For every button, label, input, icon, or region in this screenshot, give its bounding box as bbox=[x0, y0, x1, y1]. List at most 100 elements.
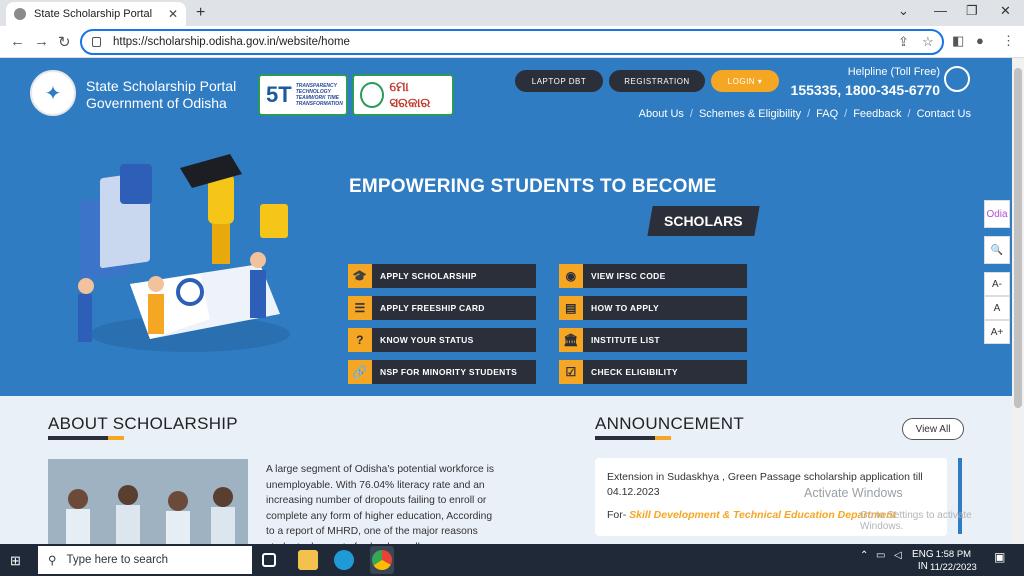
taskbar-clock[interactable]: 1:58 PM 11/22/2023 bbox=[930, 548, 977, 574]
lock-icon bbox=[92, 37, 101, 47]
menu-separator: / bbox=[807, 108, 811, 120]
portal-title-line2: Government of Odisha bbox=[86, 95, 227, 111]
network-icon[interactable]: ▭ bbox=[876, 550, 885, 561]
action-label: VIEW IFSC CODE bbox=[591, 271, 666, 281]
checkbox-icon: ☑ bbox=[559, 360, 583, 384]
registration-button[interactable]: REGISTRATION bbox=[609, 70, 705, 92]
laptop-dbt-button[interactable]: LAPTOP DBT bbox=[515, 70, 603, 92]
font-decrease-button[interactable]: A- bbox=[984, 272, 1010, 296]
action-label: CHECK ELIGIBILITY bbox=[591, 367, 678, 377]
5t-badge[interactable]: 5T TRANSPARENCY TECHNOLOGY TEAMWORK TIME… bbox=[258, 74, 348, 116]
5t-subtext: TRANSPARENCY TECHNOLOGY TEAMWORK TIME TR… bbox=[295, 83, 343, 107]
link-icon: 🔗 bbox=[348, 360, 372, 384]
view-ifsc-code-button[interactable]: ◉ VIEW IFSC CODE bbox=[559, 264, 747, 288]
search-icon: ⚲ bbox=[48, 555, 57, 567]
announcement-underline bbox=[595, 436, 655, 440]
browser-tab-bar: State Scholarship Portal ✕ + ⌄ — ❐ ✕ bbox=[0, 0, 1024, 26]
helpline-number: 155335, 1800-345-6770 bbox=[790, 82, 940, 98]
action-label: INSTITUTE LIST bbox=[591, 335, 660, 345]
announcement-department: Skill Development & Technical Education … bbox=[629, 509, 897, 521]
search-icon[interactable]: 🔍 bbox=[984, 236, 1010, 264]
check-eligibility-button[interactable]: ☑ CHECK ELIGIBILITY bbox=[559, 360, 747, 384]
taskbar-search-box[interactable]: ⚲ Type here to search bbox=[38, 546, 252, 574]
file-explorer-icon[interactable] bbox=[298, 550, 318, 570]
activate-windows-subtext: Go to Settings to activate Windows. bbox=[860, 510, 972, 532]
action-label: APPLY SCHOLARSHIP bbox=[380, 271, 477, 281]
tab-search-icon[interactable]: ⌄ bbox=[898, 3, 909, 19]
hero-section: ✦ State Scholarship Portal Government of… bbox=[0, 58, 1012, 396]
mo-sarkar-badge[interactable]: ମୋ ସରକାର bbox=[352, 74, 454, 116]
new-tab-button[interactable]: + bbox=[196, 4, 205, 22]
announcement-underline-accent bbox=[655, 436, 671, 440]
graduation-cap-icon: 🎓 bbox=[348, 264, 372, 288]
menu-feedback[interactable]: Feedback bbox=[853, 108, 901, 120]
windows-taskbar: ⊞ ⚲ Type here to search ⌃ ▭ ◁ ENG IN 1:5… bbox=[0, 544, 1024, 576]
how-to-apply-button[interactable]: ▤ HOW TO APPLY bbox=[559, 296, 747, 320]
tray-chevron-icon[interactable]: ⌃ bbox=[860, 550, 868, 561]
announcement-for-label: For- bbox=[607, 509, 627, 521]
odia-language-button[interactable]: Odia bbox=[984, 200, 1010, 228]
edge-icon[interactable] bbox=[334, 550, 354, 570]
institute-list-button[interactable]: 🏛 INSTITUTE LIST bbox=[559, 328, 747, 352]
menu-separator: / bbox=[907, 108, 911, 120]
forward-arrow-icon[interactable]: → bbox=[34, 33, 49, 50]
sidebar-icon[interactable]: ◧ bbox=[952, 33, 964, 49]
scholars-highlight: SCHOLARS bbox=[647, 206, 760, 236]
tab-close-icon[interactable]: ✕ bbox=[168, 7, 178, 21]
login-button[interactable]: LOGIN ▾ bbox=[711, 70, 779, 92]
view-all-button[interactable]: View All bbox=[902, 418, 964, 440]
menu-separator: / bbox=[844, 108, 848, 120]
bookmark-star-icon[interactable]: ☆ bbox=[922, 34, 934, 50]
main-menu: About Us / Schemes & Eligibility / FAQ /… bbox=[639, 108, 971, 120]
chrome-taskbar-highlight[interactable] bbox=[370, 546, 394, 574]
nsp-minority-button[interactable]: 🔗 NSP FOR MINORITY STUDENTS bbox=[348, 360, 536, 384]
font-increase-button[interactable]: A+ bbox=[984, 320, 1010, 344]
students-illustration bbox=[78, 154, 290, 352]
activate-windows-watermark: Activate Windows bbox=[804, 486, 903, 500]
scrollbar-thumb[interactable] bbox=[1014, 68, 1022, 408]
address-bar[interactable]: https://scholarship.odisha.gov.in/websit… bbox=[80, 29, 944, 55]
chrome-icon bbox=[372, 550, 392, 570]
task-view-icon[interactable] bbox=[262, 553, 276, 567]
share-icon[interactable]: ⇪ bbox=[898, 34, 909, 50]
about-underline bbox=[48, 436, 108, 440]
volume-icon[interactable]: ◁ bbox=[894, 550, 902, 561]
minimize-button[interactable]: — bbox=[934, 3, 947, 18]
action-label: NSP FOR MINORITY STUDENTS bbox=[380, 367, 518, 377]
action-label: APPLY FREESHIP CARD bbox=[380, 303, 485, 313]
menu-dots-icon[interactable]: ⋮ bbox=[1002, 33, 1015, 49]
apply-scholarship-button[interactable]: 🎓 APPLY SCHOLARSHIP bbox=[348, 264, 536, 288]
menu-separator: / bbox=[689, 108, 693, 120]
menu-schemes[interactable]: Schemes & Eligibility bbox=[699, 108, 801, 120]
5t-logo-text: 5T bbox=[266, 82, 292, 107]
back-arrow-icon[interactable]: ← bbox=[10, 33, 25, 50]
know-your-status-button[interactable]: ? KNOW YOUR STATUS bbox=[348, 328, 536, 352]
apply-freeship-card-button[interactable]: ☰ APPLY FREESHIP CARD bbox=[348, 296, 536, 320]
profile-icon[interactable]: ● bbox=[976, 33, 984, 48]
scholars-text: SCHOLARS bbox=[664, 213, 743, 229]
tab-title: State Scholarship Portal bbox=[34, 8, 153, 20]
restore-button[interactable]: ❐ bbox=[966, 3, 978, 19]
portal-title-line1: State Scholarship Portal bbox=[86, 78, 237, 94]
windows-start-icon[interactable]: ⊞ bbox=[10, 553, 21, 569]
browser-tab[interactable]: State Scholarship Portal ✕ bbox=[6, 2, 186, 26]
portal-title[interactable]: State Scholarship Portal Government of O… bbox=[86, 78, 236, 112]
font-reset-button[interactable]: A bbox=[984, 296, 1010, 320]
close-window-button[interactable]: ✕ bbox=[1000, 3, 1011, 19]
odisha-emblem-logo[interactable]: ✦ bbox=[30, 70, 76, 116]
menu-contact-us[interactable]: Contact Us bbox=[917, 108, 971, 120]
url-text: https://scholarship.odisha.gov.in/websit… bbox=[113, 36, 350, 48]
lower-section: ABOUT SCHOLARSHIP A large segment of Odi… bbox=[0, 396, 1012, 544]
eye-icon: ◉ bbox=[559, 264, 583, 288]
menu-faq[interactable]: FAQ bbox=[816, 108, 838, 120]
action-label: KNOW YOUR STATUS bbox=[380, 335, 474, 345]
page-scrollbar[interactable] bbox=[1012, 58, 1024, 544]
about-text: A large segment of Odisha's potential wo… bbox=[266, 464, 495, 544]
helpline-label: Helpline (Toll Free) bbox=[847, 66, 940, 78]
notifications-icon[interactable]: ▣ bbox=[994, 550, 1005, 564]
helpline-block: Helpline (Toll Free) 155335, 1800-345-67… bbox=[791, 66, 940, 98]
menu-about-us[interactable]: About Us bbox=[639, 108, 684, 120]
reload-icon[interactable]: ↻ bbox=[58, 33, 71, 51]
action-label: HOW TO APPLY bbox=[591, 303, 659, 313]
site-favicon-icon bbox=[14, 8, 26, 20]
